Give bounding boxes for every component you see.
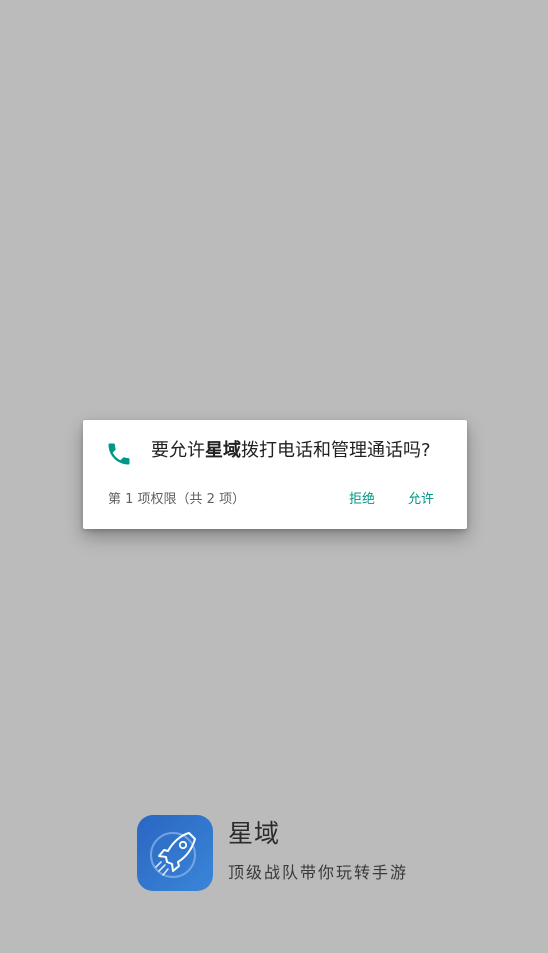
message-prefix: 要允许 [151, 440, 205, 461]
splash-slogan: 顶级战队带你玩转手游 [228, 863, 409, 882]
splash-app-name: 星域 [228, 819, 281, 848]
deny-button[interactable]: 拒绝 [345, 486, 379, 514]
permission-screen: 要允许星域拨打电话和管理通话吗? 第 1 项权限（共 2 项） 拒绝 允许 K7… [0, 0, 548, 953]
phone-icon [105, 440, 133, 468]
permission-dialog: 要允许星域拨打电话和管理通话吗? 第 1 项权限（共 2 项） 拒绝 允许 [83, 420, 467, 529]
splash-branding: 星域 顶级战队带你玩转手游 [137, 815, 437, 891]
message-suffix: 拨打电话和管理通话吗? [241, 440, 431, 461]
rocket-icon [137, 815, 213, 891]
permission-counter: 第 1 项权限（共 2 项） [108, 492, 246, 507]
allow-button[interactable]: 允许 [404, 486, 438, 514]
permission-message: 要允许星域拨打电话和管理通话吗? [151, 438, 457, 464]
message-app-name: 星域 [205, 440, 241, 461]
